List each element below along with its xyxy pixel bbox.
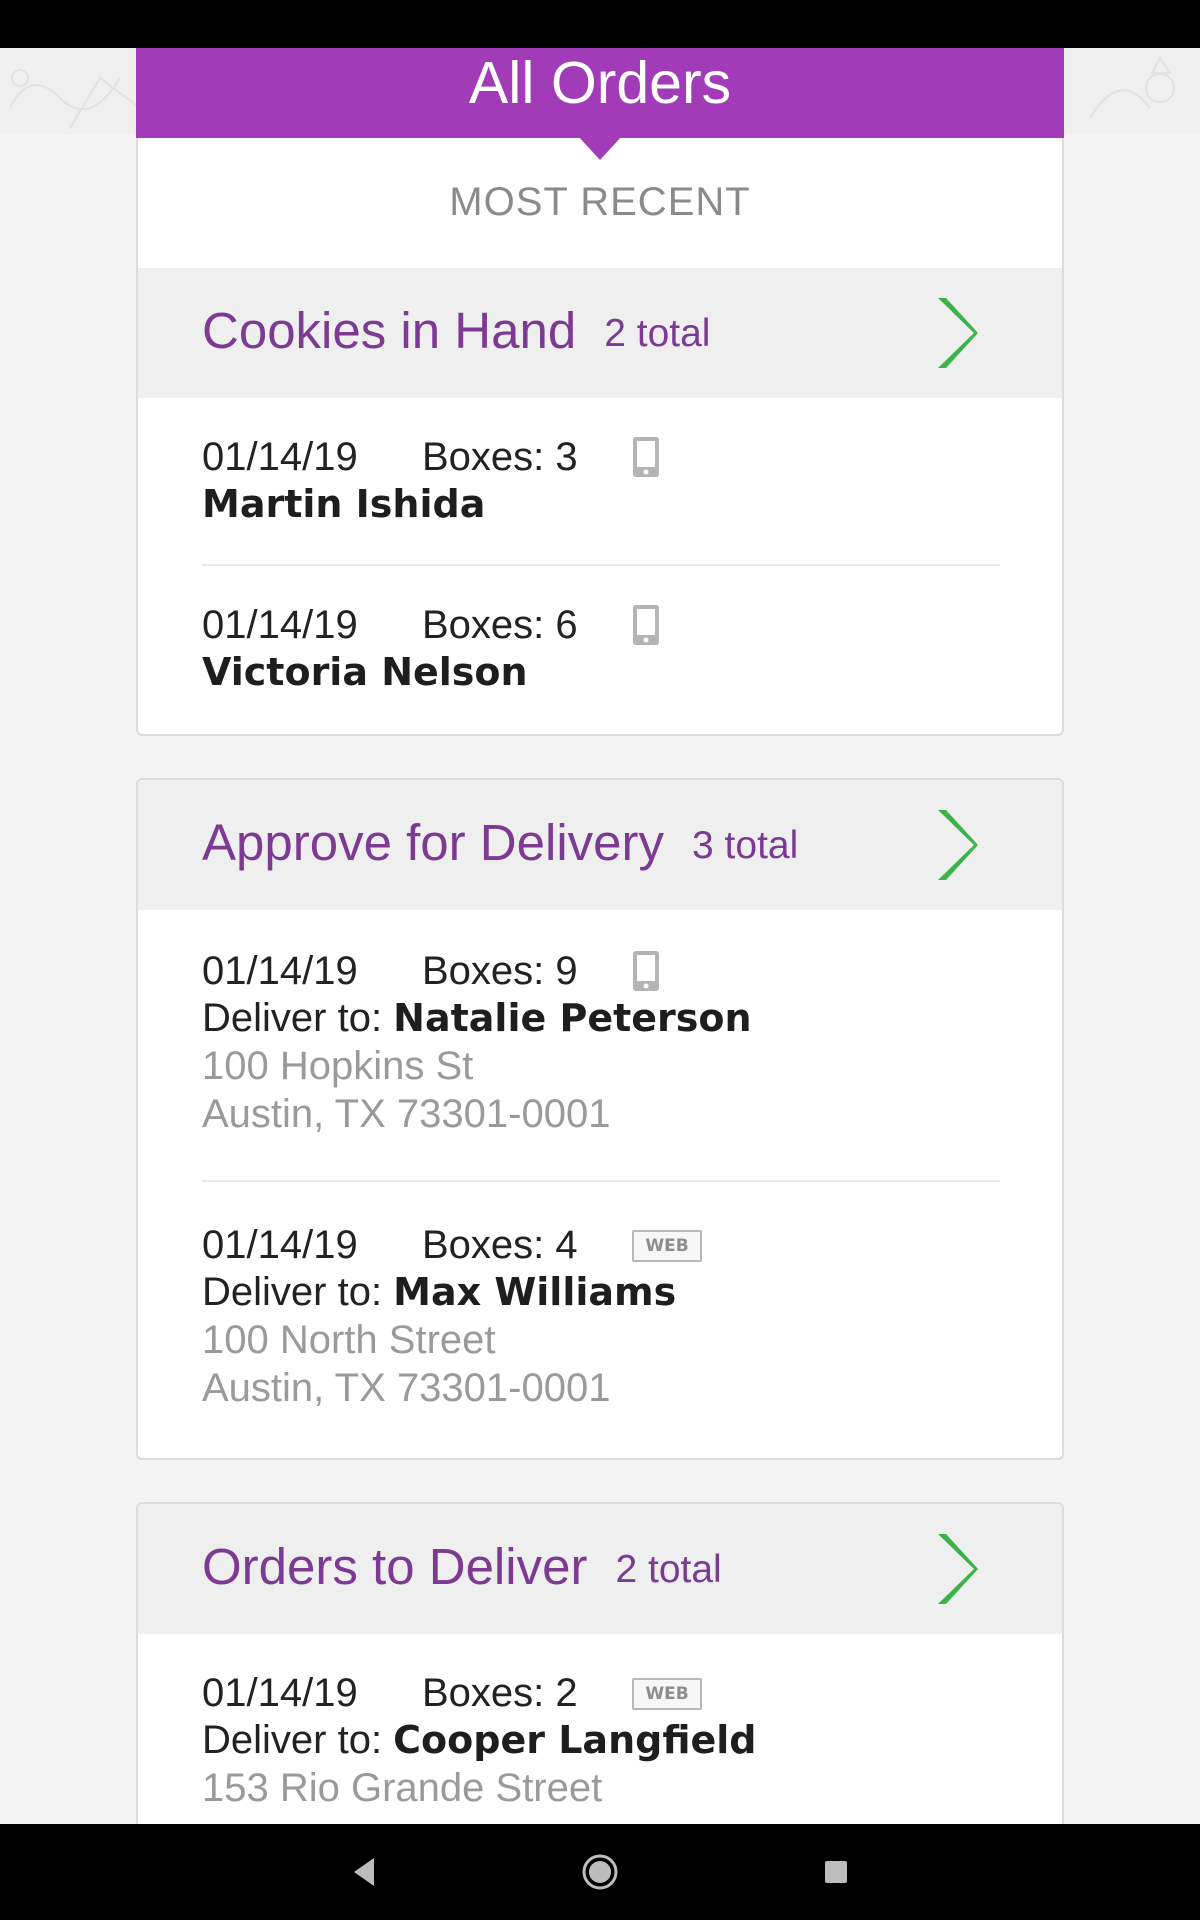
home-icon [582,1854,618,1890]
customer-name: Natalie Peterson [393,996,752,1040]
chevron-right-icon[interactable] [934,806,978,884]
order-boxes: Boxes: 3 [422,435,578,479]
phone-icon [633,951,659,991]
section-card-approve-for-delivery: Approve for Delivery 3 total 01/14/19 Box… [136,778,1064,1460]
order-item[interactable]: 01/14/19 Boxes: 9 Deliver to: Natalie Pe… [202,910,1000,1182]
customer-name: Cooper Langfield [393,1718,757,1762]
status-bar [0,0,1200,48]
phone-icon [633,437,659,477]
customer-name: Max Williams [393,1270,677,1314]
header-pointer [578,136,622,160]
page-title: All Orders [468,50,732,116]
phone-icon [633,605,659,645]
order-boxes: Boxes: 6 [422,603,578,647]
address-line-2: Austin, TX 73301-0001 [202,1092,611,1136]
deliver-to-line: Deliver to: Cooper Langfield [202,1716,1000,1764]
deliver-to-line: Deliver to: Max Williams [202,1268,1000,1316]
deliver-to-label: Deliver to: [202,1718,394,1762]
order-boxes: Boxes: 2 [422,1671,578,1715]
web-icon: WEB [632,1678,702,1710]
chevron-right-icon[interactable] [934,1530,978,1608]
header-banner: All Orders [136,48,1064,138]
order-item[interactable]: 01/14/19 Boxes: 3 Martin Ishida [202,398,1000,566]
back-icon [354,1858,374,1886]
deliver-to-label: Deliver to: [202,1270,394,1314]
order-date: 01/14/19 [202,1223,358,1267]
section-title: Orders to Deliver 2 total [202,1538,722,1595]
section-header-orders-to-deliver[interactable]: Orders to Deliver 2 total [138,1504,1062,1634]
section-header-approve-for-delivery[interactable]: Approve for Delivery 3 total [138,780,1062,910]
address-line-1: 100 Hopkins St [202,1044,474,1088]
order-date: 01/14/19 [202,435,358,479]
home-button[interactable] [540,1824,660,1920]
deliver-to-line: Deliver to: Natalie Peterson [202,994,1000,1042]
customer-name: Martin Ishida [202,482,486,526]
order-boxes: Boxes: 9 [422,949,578,993]
order-date: 01/14/19 [202,603,358,647]
section-title: Cookies in Hand 2 total [202,302,711,359]
deliver-to-label: Deliver to: [202,996,394,1040]
web-icon: WEB [632,1230,702,1262]
system-navigation-bar [0,1824,1200,1920]
chevron-right-icon[interactable] [934,294,978,372]
order-boxes: Boxes: 4 [422,1223,578,1267]
section-count: 2 total [604,312,711,355]
back-button[interactable] [304,1824,424,1920]
section-count: 3 total [692,824,799,867]
section-card-cookies-in-hand: MOST RECENT Cookies in Hand 2 total 01/14… [136,136,1064,736]
section-count: 2 total [615,1548,722,1591]
recents-icon [825,1861,847,1883]
recents-button[interactable] [776,1824,896,1920]
address-line-2: Austin, TX 73301-0001 [202,1366,611,1410]
order-date: 01/14/19 [202,949,358,993]
order-item[interactable]: 01/14/19 Boxes: 4 WEB Deliver to: Max Wi… [202,1182,1000,1458]
order-item[interactable]: 01/14/19 Boxes: 6 Victoria Nelson [202,566,1000,734]
address-line-1: 100 North Street [202,1318,496,1362]
section-title: Approve for Delivery 3 total [202,814,799,871]
customer-name: Victoria Nelson [202,650,528,694]
section-header-cookies-in-hand[interactable]: Cookies in Hand 2 total [138,268,1062,398]
order-date: 01/14/19 [202,1671,358,1715]
address-line-1: 153 Rio Grande Street [202,1766,603,1810]
